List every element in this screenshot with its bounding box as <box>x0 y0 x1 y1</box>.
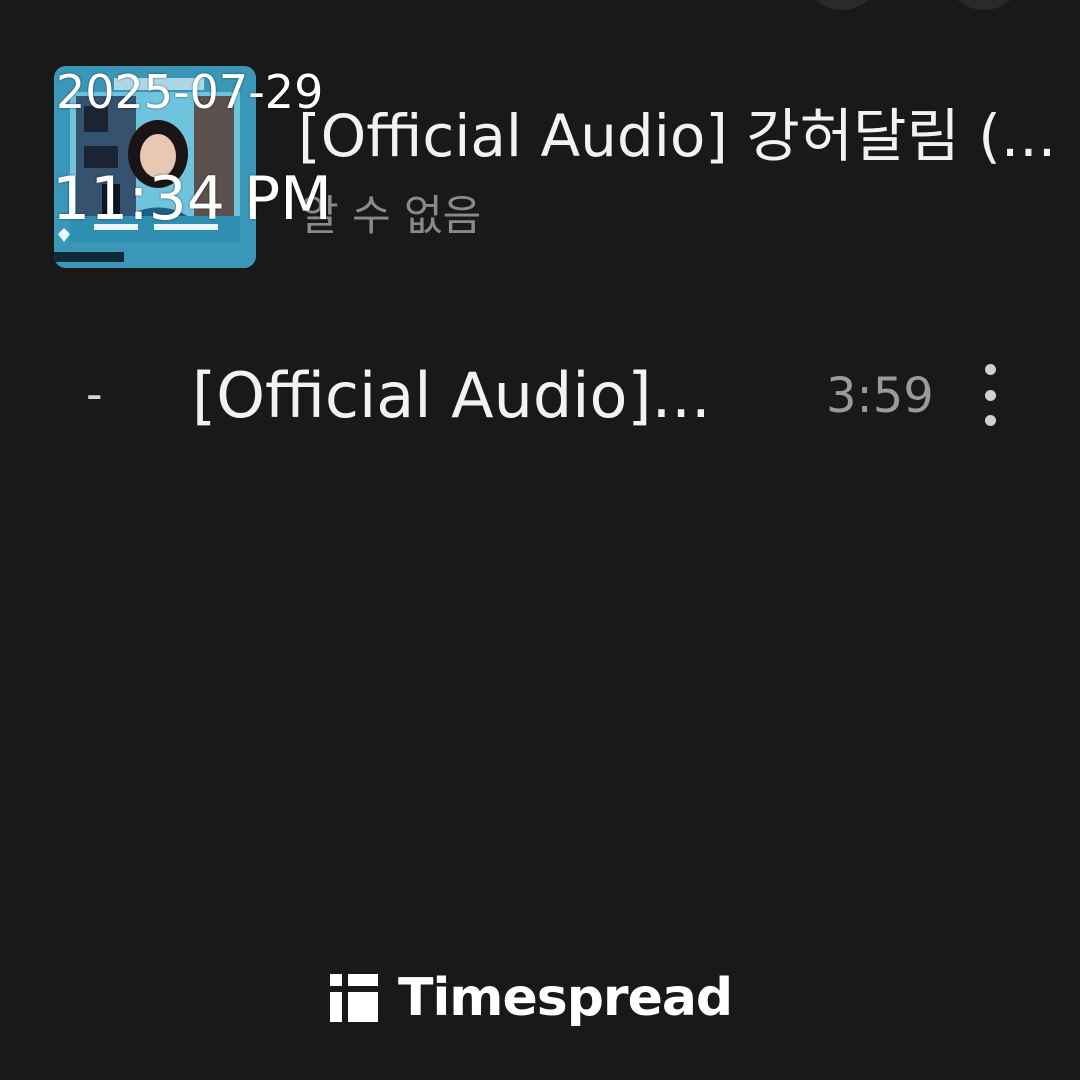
track-number: - <box>86 367 103 421</box>
menu-dot <box>984 415 996 426</box>
watermark-brand: Timespread <box>398 968 733 1028</box>
menu-dot <box>984 389 996 401</box>
menu-dot <box>984 364 996 375</box>
track-duration: 3:59 <box>826 368 934 424</box>
top-action-button-2[interactable] <box>946 0 1022 10</box>
watermark: Timespread <box>330 968 733 1028</box>
track-row[interactable]: - [Official Audio]... 3:59 <box>0 350 1080 442</box>
album-title: [Official Audio] 강허달림 (... <box>298 102 1057 170</box>
track-title[interactable]: [Official Audio]... <box>192 360 711 432</box>
top-action-button-1[interactable] <box>804 0 880 10</box>
album-screen: [Official Audio] 강허달림 (... 알 수 없음 2025-0… <box>0 0 1080 1080</box>
timespread-logo-icon <box>330 974 378 1022</box>
timestamp-time: 11:34 PM <box>52 164 332 234</box>
timestamp-date: 2025-07-29 <box>56 65 324 119</box>
more-vert-icon[interactable] <box>970 364 1010 426</box>
